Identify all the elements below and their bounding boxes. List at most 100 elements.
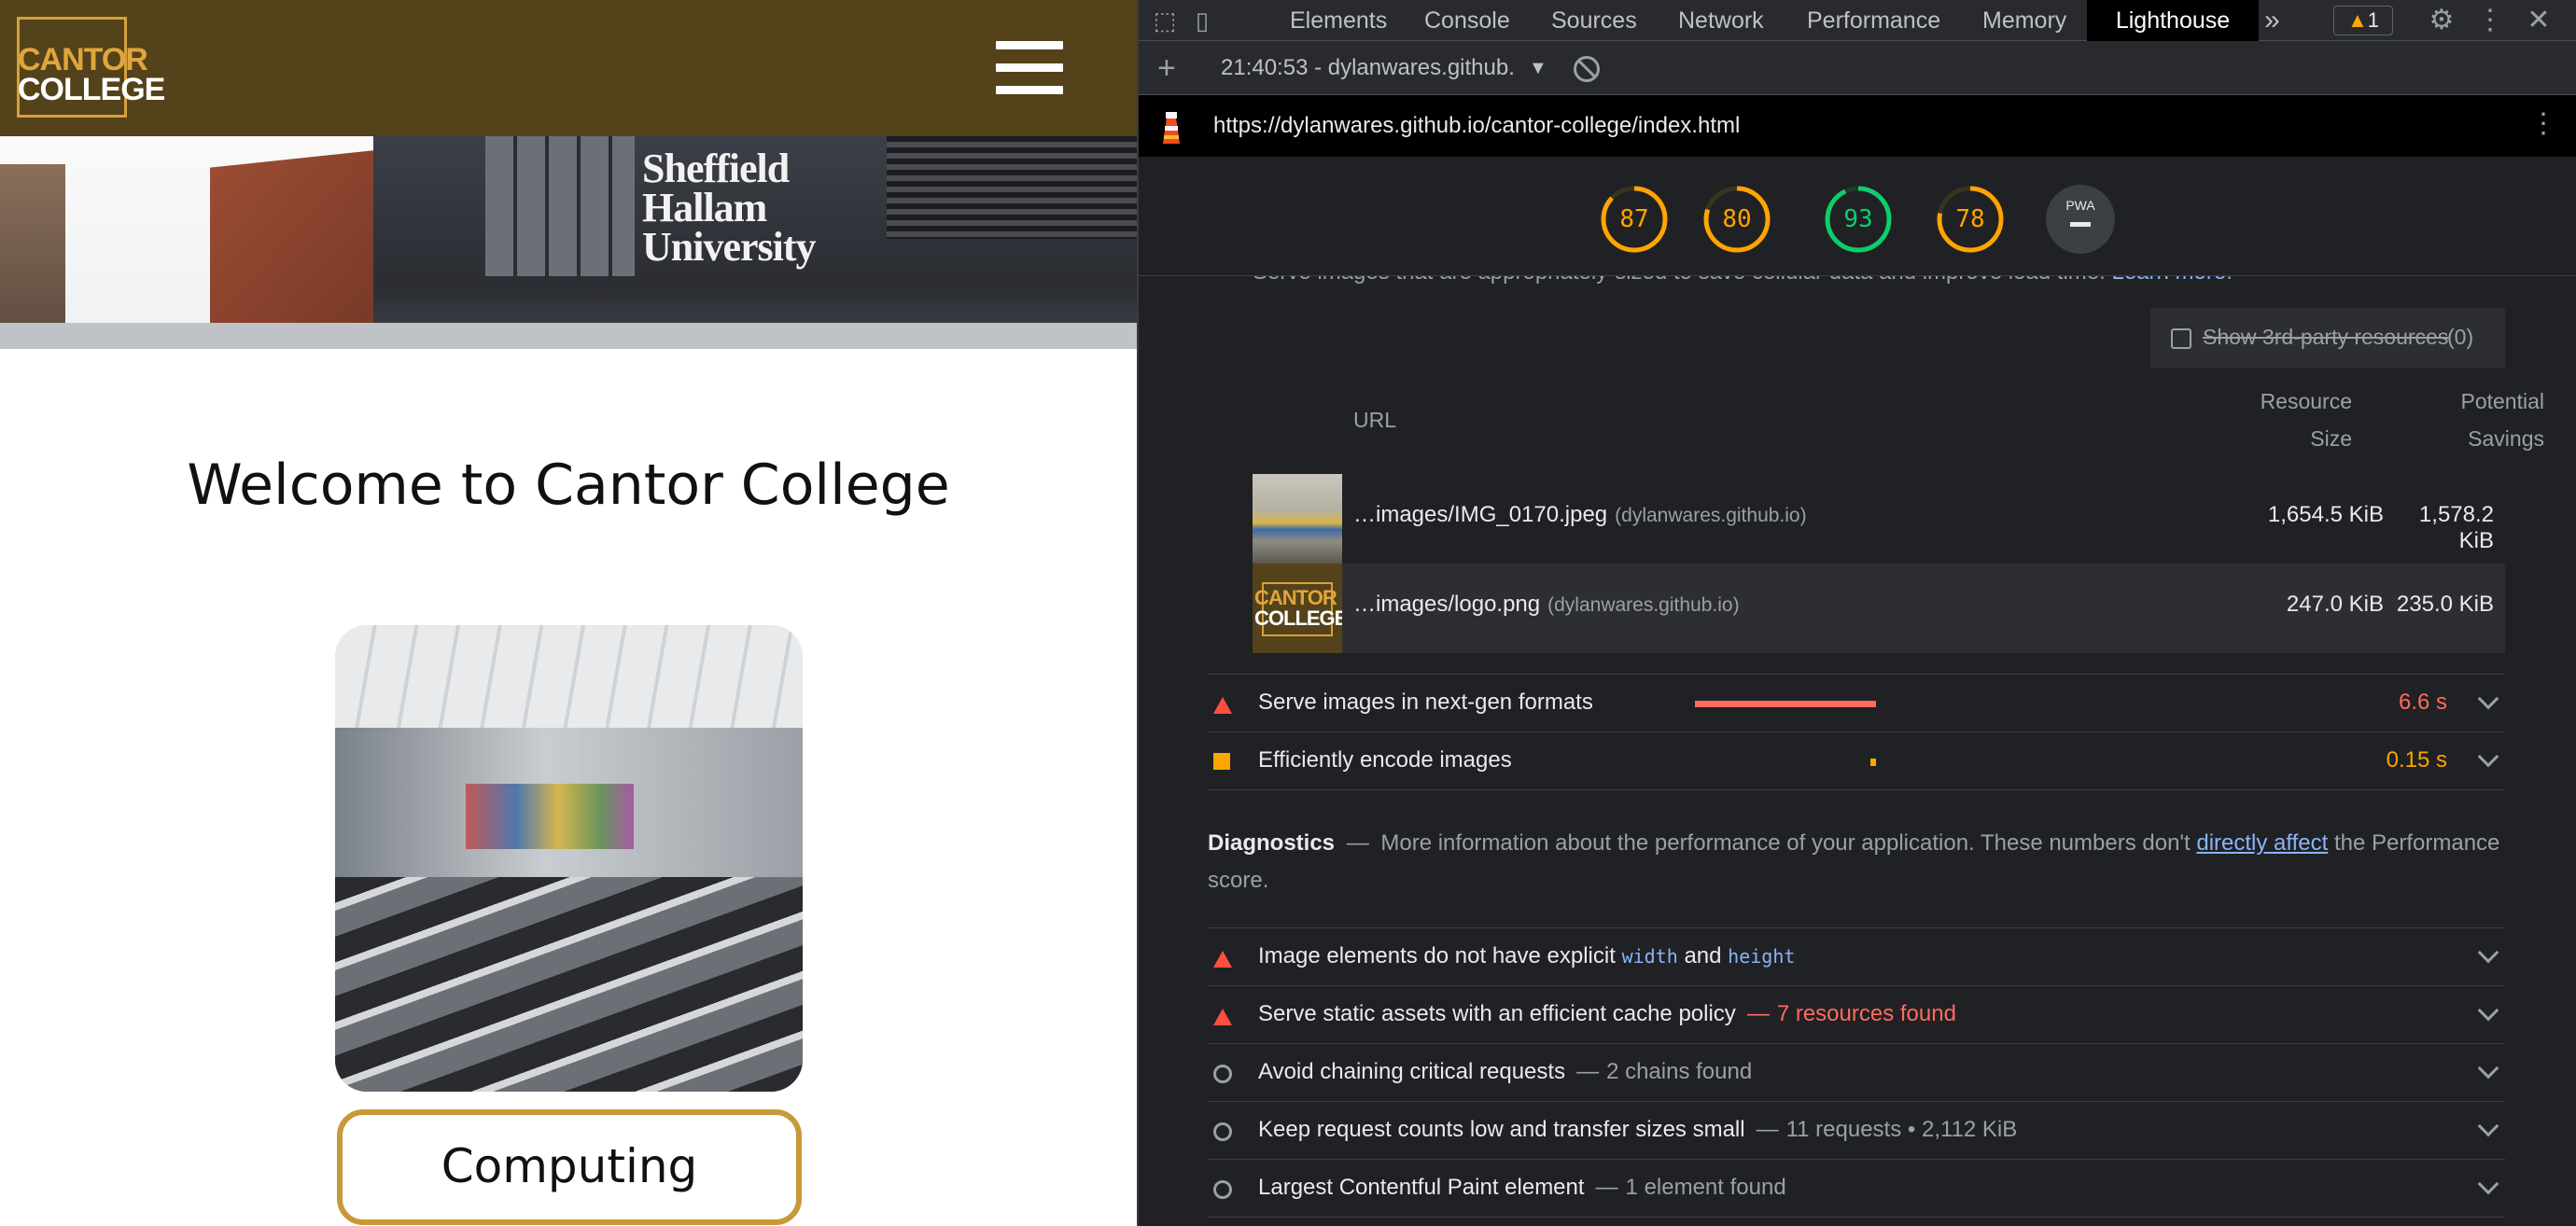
diagnostics-section: Diagnostics — More information about the… (1208, 830, 2500, 893)
table-row[interactable]: …images/IMG_0170.jpeg (dylanwares.github.… (1253, 474, 2505, 564)
close-devtools-icon[interactable]: ✕ (2524, 6, 2554, 35)
row-resource-size: 1,654.5 KiB (2267, 502, 2384, 527)
settings-gear-icon[interactable]: ⚙ (2427, 6, 2457, 35)
savings-bar (1695, 701, 1876, 707)
report-url[interactable]: https://dylanwares.github.io/cantor-coll… (1213, 112, 1740, 140)
pwa-badge[interactable]: PWA (2046, 185, 2115, 254)
report-menu-icon[interactable]: ⋮ (2529, 108, 2557, 140)
pwa-label: PWA (2065, 198, 2095, 213)
savings-duration: 6.6 s (2398, 690, 2447, 715)
devtools-panel: ⬚ ▯ Elements Console Sources Network Per… (1139, 0, 2576, 1226)
info-circle-icon (1213, 1122, 1232, 1141)
warnings-count: 1 (2367, 8, 2380, 32)
logo-line-2: COLLEGE (18, 72, 165, 107)
diag-request-counts[interactable]: Keep request counts low and transfer siz… (1208, 1101, 2505, 1159)
website-viewport: CANTOR COLLEGE Sheffield Hallam Universi… (0, 0, 1137, 1226)
inspect-element-icon[interactable]: ⬚ (1150, 6, 1180, 35)
chevron-down-icon[interactable] (2477, 745, 2499, 768)
diag-cache-policy[interactable]: Serve static assets with an efficient ca… (1208, 985, 2505, 1043)
learn-more-link[interactable]: Learn more (2111, 276, 2226, 285)
tab-memory[interactable]: Memory (1982, 0, 2066, 41)
cantor-college-logo[interactable]: CANTOR COLLEGE (17, 17, 165, 118)
directly-affect-link[interactable]: directly affect (2196, 830, 2328, 856)
tab-network[interactable]: Network (1678, 0, 1764, 41)
seo-score-gauge[interactable]: 78 (1936, 185, 2005, 254)
fail-triangle-icon (1213, 1007, 1232, 1025)
report-url-bar: https://dylanwares.github.io/cantor-coll… (1139, 95, 2576, 157)
hero-image: Sheffield Hallam University (0, 136, 1137, 349)
lighthouse-toolbar: + 21:40:53 - dylanwares.github. ▼ (1139, 41, 2576, 95)
tab-lighthouse[interactable]: Lighthouse (2087, 0, 2259, 41)
fail-triangle-icon (1213, 949, 1232, 968)
device-toolbar-icon[interactable]: ▯ (1187, 6, 1217, 35)
row-url[interactable]: …images/logo.png (1353, 592, 1540, 617)
row-resource-size: 247.0 KiB (2286, 592, 2384, 617)
audit-title: Largest Contentful Paint element —1 eleme… (1258, 1175, 1786, 1200)
lighthouse-logo-icon (1163, 112, 1180, 144)
more-tabs-icon[interactable]: » (2264, 0, 2280, 41)
site-header: CANTOR COLLEGE (0, 0, 1137, 136)
audit-title: Avoid chaining critical requests —2 chain… (1258, 1059, 1753, 1084)
diag-critical-requests[interactable]: Avoid chaining critical requests —2 chain… (1208, 1043, 2505, 1101)
audit-title: Image elements do not have explicit widt… (1258, 943, 1796, 968)
row-host: (dylanwares.github.io) (1615, 505, 1807, 526)
tab-performance[interactable]: Performance (1807, 0, 1940, 41)
chevron-down-icon[interactable] (2477, 1115, 2499, 1137)
column-header-resource-size: Resource Size (2260, 389, 2352, 451)
logo-thumbnail: CANTOR COLLEGE (1253, 564, 1342, 653)
score-gauges: 87 80 93 78 PWA (1139, 157, 2576, 276)
savings-duration: 0.15 s (2386, 747, 2447, 773)
devtools-tab-bar: ⬚ ▯ Elements Console Sources Network Per… (1139, 0, 2576, 41)
opportunity-encode-images[interactable]: Efficiently encode images 0.15 s (1208, 731, 2505, 789)
audit-description: Serve images that are appropriately-size… (1253, 276, 2233, 286)
audit-title: Serve static assets with an efficient ca… (1258, 1001, 1956, 1026)
column-header-url: URL (1353, 408, 1397, 432)
warnings-badge[interactable]: ▲1 (2333, 6, 2393, 35)
new-report-icon[interactable]: + (1157, 52, 1176, 84)
third-party-checkbox[interactable] (2171, 328, 2191, 349)
accessibility-score-gauge[interactable]: 80 (1702, 185, 1771, 254)
chevron-down-icon[interactable]: ▼ (1529, 54, 1547, 82)
third-party-filter[interactable]: Show 3rd-party resources (0) (2150, 308, 2505, 368)
table-row[interactable]: CANTOR COLLEGE …images/logo.png (dylanwar… (1253, 564, 2505, 653)
image-thumbnail (1253, 474, 1342, 564)
tab-sources[interactable]: Sources (1551, 0, 1637, 41)
best-practices-score-gauge[interactable]: 93 (1824, 185, 1893, 254)
logo-line-1: CANTOR (18, 42, 148, 77)
more-options-icon[interactable]: ⋮ (2475, 6, 2505, 35)
third-party-count: (0) (2447, 325, 2474, 349)
third-party-label: Show 3rd-party resources (2203, 325, 2449, 349)
audit-title: Keep request counts low and transfer siz… (1258, 1117, 2018, 1142)
row-potential-savings: 1,578.2 KiB (2418, 502, 2494, 553)
diagnostics-heading: Diagnostics (1208, 830, 1336, 856)
average-square-icon (1213, 753, 1230, 770)
chevron-down-icon[interactable] (2477, 1057, 2499, 1080)
lighthouse-report-content: Serve images that are appropriately-size… (1139, 276, 2576, 1226)
savings-bar (1870, 759, 1876, 766)
chevron-down-icon[interactable] (2477, 1173, 2499, 1195)
clear-reports-icon[interactable] (1574, 56, 1600, 82)
info-circle-icon (1213, 1065, 1232, 1083)
report-select[interactable]: 21:40:53 - dylanwares.github. (1221, 54, 1515, 82)
page-title: Welcome to Cantor College (187, 453, 950, 518)
warning-icon: ▲ (2346, 8, 2368, 32)
audit-title: Serve images in next-gen formats (1258, 690, 1593, 715)
hamburger-menu-icon[interactable] (996, 41, 1063, 97)
info-circle-icon (1213, 1180, 1232, 1199)
chevron-down-icon[interactable] (2477, 999, 2499, 1022)
opportunity-next-gen-formats[interactable]: Serve images in next-gen formats 6.6 s (1208, 674, 2505, 731)
classroom-image (335, 625, 803, 1092)
diag-image-dimensions[interactable]: Image elements do not have explicit widt… (1208, 927, 2505, 985)
column-header-potential-savings: Potential Savings (2460, 389, 2544, 451)
tab-console[interactable]: Console (1424, 0, 1510, 41)
row-url[interactable]: …images/IMG_0170.jpeg (1353, 502, 1607, 527)
performance-score-gauge[interactable]: 87 (1600, 185, 1669, 254)
chevron-down-icon[interactable] (2477, 688, 2499, 710)
row-potential-savings: 235.0 KiB (2396, 592, 2494, 617)
computing-courses-button[interactable]: Computing Courses (337, 1109, 802, 1225)
tab-elements[interactable]: Elements (1290, 0, 1387, 41)
fail-triangle-icon (1213, 695, 1232, 714)
chevron-down-icon[interactable] (2477, 941, 2499, 964)
diagnostics-description: More information about the performance o… (1380, 830, 2191, 856)
diag-lcp-element[interactable]: Largest Contentful Paint element —1 eleme… (1208, 1159, 2505, 1217)
